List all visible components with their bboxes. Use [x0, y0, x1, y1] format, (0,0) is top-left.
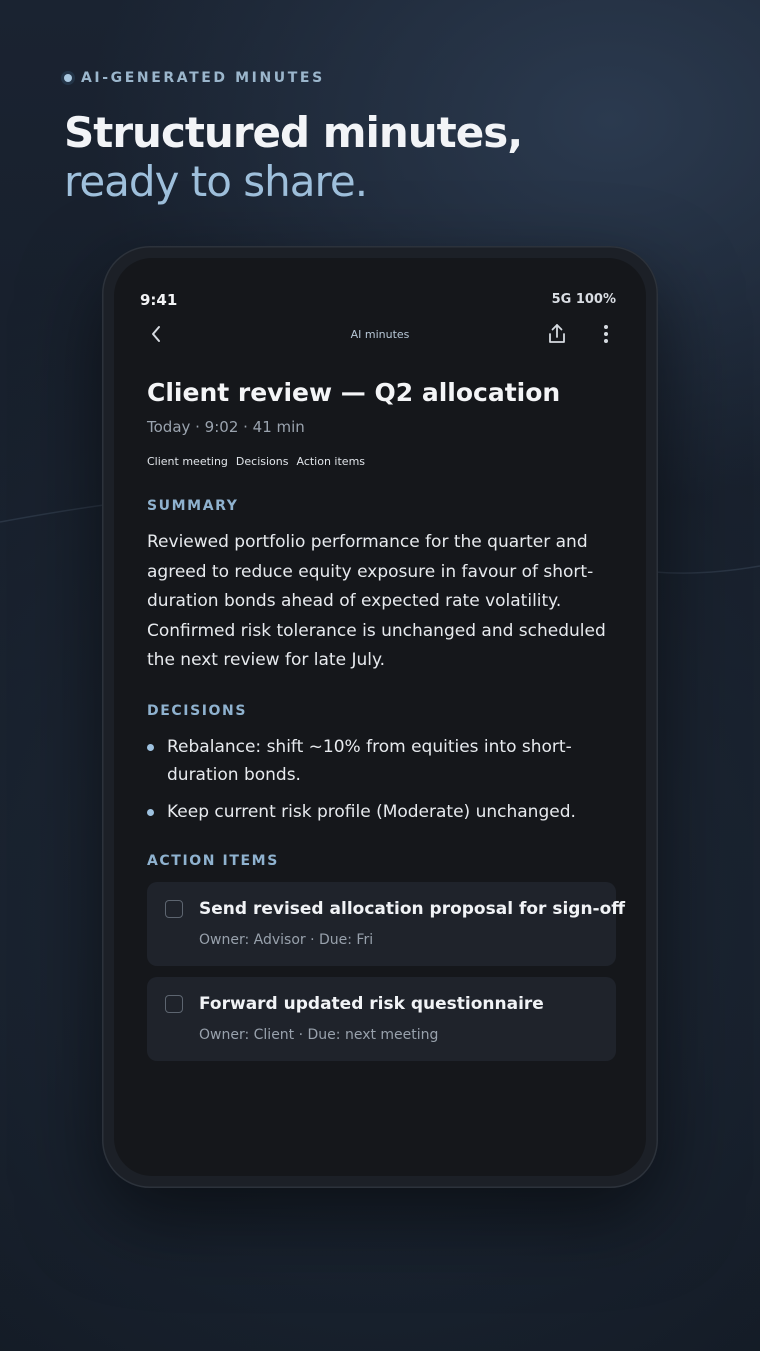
tag[interactable]: Client meeting — [147, 455, 228, 468]
action-item-checkbox[interactable] — [165, 995, 183, 1013]
document-title: Client review — Q2 allocation — [147, 378, 561, 407]
tag[interactable]: Action items — [296, 455, 365, 468]
share-button[interactable] — [544, 320, 570, 348]
tag-list: Client meeting Decisions Action items — [147, 455, 365, 468]
decision-item: Keep current risk profile (Moderate) unc… — [147, 798, 627, 826]
share-icon — [549, 324, 565, 343]
status-time: 9:41 — [140, 291, 178, 309]
document-meta: Today · 9:02 · 41 min — [147, 418, 305, 436]
network-label: 5G — [551, 292, 572, 307]
action-item-subtitle: Owner: Advisor · Due: Fri — [199, 932, 374, 948]
hero-eyebrow: AI-GENERATED MINUTES — [61, 70, 325, 86]
decisions-list: Rebalance: shift ~10% from equities into… — [147, 733, 627, 835]
battery-label: 100% — [575, 292, 616, 307]
decisions-heading: DECISIONS — [147, 703, 248, 719]
hero-subtitle: ready to share. — [64, 157, 368, 206]
status-dot-icon — [61, 71, 75, 85]
decision-text: Keep current risk profile (Moderate) unc… — [167, 802, 576, 822]
action-item-title: Send revised allocation proposal for sig… — [199, 899, 626, 919]
phone-screen: 9:41 5G 100% AI minutes Client review — … — [114, 258, 646, 1176]
action-item-card[interactable]: Send revised allocation proposal for sig… — [147, 882, 625, 966]
action-item-title: Forward updated risk questionnaire — [199, 994, 544, 1014]
summary-text: Reviewed portfolio performance for the q… — [147, 532, 606, 670]
action-items-heading: ACTION ITEMS — [147, 853, 279, 869]
bullet-icon — [147, 809, 154, 816]
more-button[interactable] — [596, 320, 616, 348]
decision-item: Rebalance: shift ~10% from equities into… — [147, 733, 627, 789]
hero-eyebrow-label: AI-GENERATED MINUTES — [81, 70, 325, 86]
phone-frame: 9:41 5G 100% AI minutes Client review — … — [102, 246, 658, 1188]
tag[interactable]: Decisions — [236, 455, 289, 468]
action-item-subtitle: Owner: Client · Due: next meeting — [199, 1027, 439, 1043]
summary-heading: SUMMARY — [147, 498, 239, 514]
bullet-icon — [147, 744, 154, 751]
action-item-checkbox[interactable] — [165, 900, 183, 918]
hero-title: Structured minutes, — [64, 108, 523, 157]
more-vertical-icon — [604, 325, 608, 343]
decision-text: Rebalance: shift ~10% from equities into… — [167, 737, 572, 785]
action-item-card[interactable]: Forward updated risk questionnaire Owner… — [147, 977, 616, 1061]
status-indicators: 5G 100% — [552, 292, 616, 307]
